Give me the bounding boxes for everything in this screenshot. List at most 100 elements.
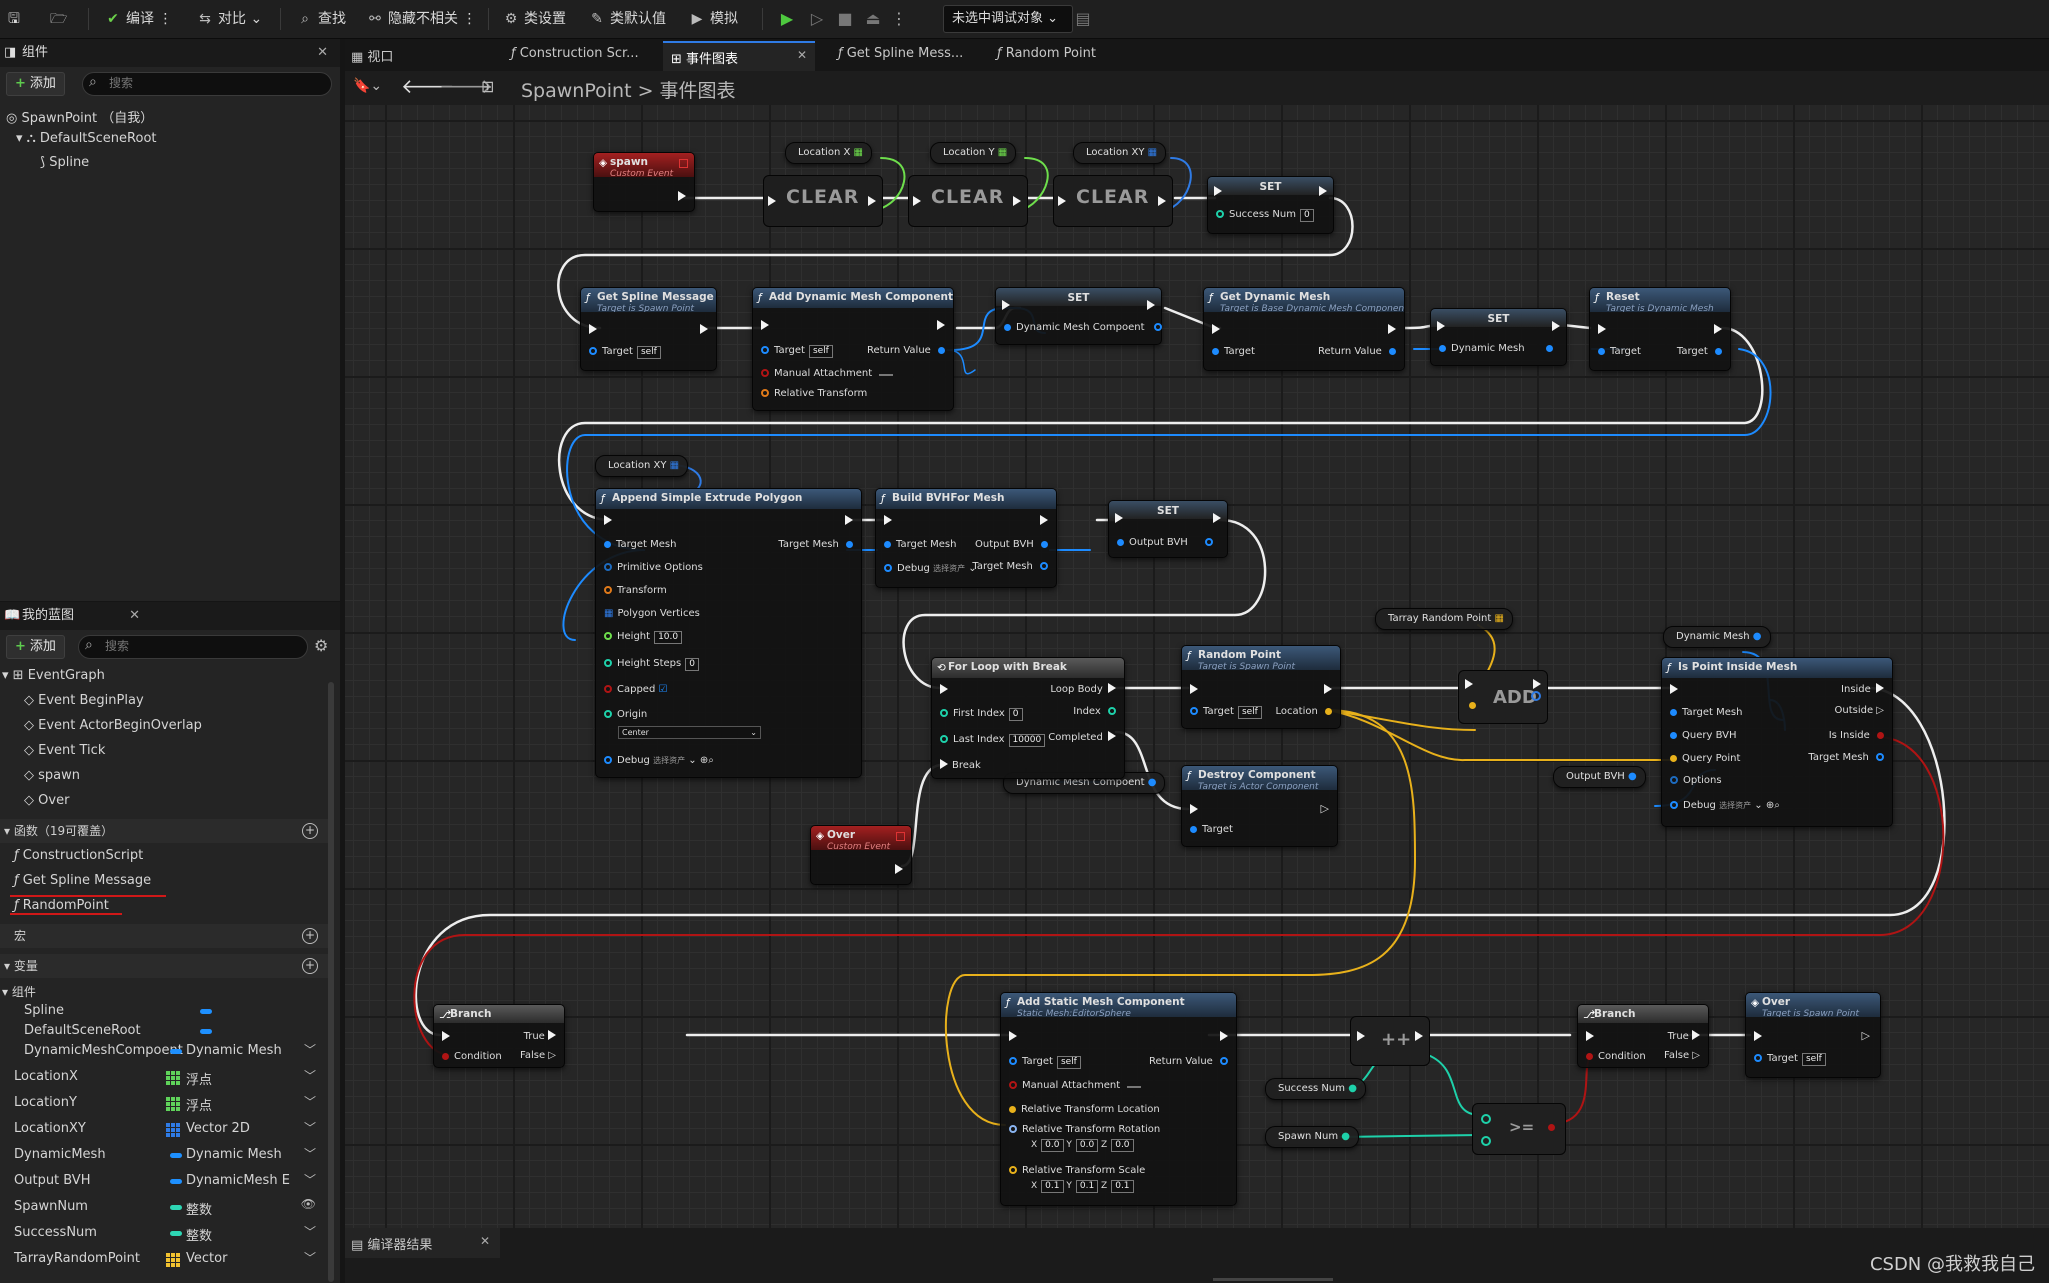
set-success-num-node[interactable]: SET Success Num 0 <box>1207 176 1334 234</box>
relative-rotation-pin[interactable]: Relative Transform Rotation <box>1009 1124 1160 1135</box>
event-item[interactable]: ◇ Event Tick <box>24 743 105 758</box>
target-out-pin[interactable]: Target <box>1677 346 1722 357</box>
variable-item[interactable]: LocationXY Vector 2D ﹀ <box>0 1117 330 1141</box>
save-icon[interactable]: 🖫 <box>8 6 20 32</box>
options-pin[interactable]: Options <box>1670 775 1722 786</box>
target-mesh-pin[interactable]: Target Mesh <box>1670 707 1742 718</box>
variables-section-header[interactable]: ▾ 变量 + <box>0 954 330 978</box>
get-tarray-random-point[interactable]: Tarray Random Point ▦ <box>1375 608 1513 630</box>
is-point-inside-mesh-node[interactable]: ƒ Is Point Inside Mesh Inside Target Mesh… <box>1661 657 1893 827</box>
target-pin[interactable]: Target self <box>1190 706 1262 719</box>
gear-icon[interactable]: ⚙ <box>314 636 328 655</box>
exec-pin[interactable] <box>1465 679 1473 689</box>
exec-pin[interactable] <box>1754 1031 1762 1041</box>
debug-target-select[interactable]: 未选中调试对象 ⌄ <box>943 5 1073 33</box>
exec-pin[interactable] <box>937 320 945 330</box>
macros-section-header[interactable]: 宏 + <box>0 924 330 948</box>
exec-pin[interactable] <box>1158 196 1166 206</box>
exec-out-pin[interactable]: ▷ <box>1321 802 1329 815</box>
event-item[interactable]: ◇ Event BeginPlay <box>24 693 144 708</box>
target-mesh-out-pin[interactable]: Target Mesh <box>778 539 853 550</box>
get-location-xy[interactable]: Location XY ▦ <box>595 455 689 477</box>
manual-attachment-pin[interactable]: Manual Attachment <box>1009 1080 1142 1091</box>
diff-button[interactable]: ⇆ 对比 ⌄ <box>196 6 262 32</box>
loop-body-pin[interactable]: Loop Body <box>1050 682 1116 695</box>
exec-pin[interactable] <box>1058 196 1066 206</box>
custom-event-over[interactable]: ◈ Over Custom Event <box>810 825 912 885</box>
event-graph-canvas[interactable]: Location X ▦ Location Y ▦ Location XY ▦ … <box>345 80 2049 1228</box>
index-pin[interactable]: Index <box>1073 706 1116 717</box>
height-pin[interactable]: Height 10.0 <box>604 631 683 644</box>
get-location-xy[interactable]: Location XY ▦ <box>1073 142 1167 164</box>
debug-pin[interactable]: Debug 选择资产 ⌄ <box>884 563 977 574</box>
browse-icon[interactable]: 🗁 <box>50 6 67 32</box>
target-pin[interactable]: Target self <box>1754 1053 1826 1066</box>
exec-pin[interactable] <box>700 324 708 334</box>
clear-location-y-node[interactable]: CLEAR <box>908 175 1028 227</box>
over-call-node[interactable]: ◈ Over Target is Spawn Point ▷ Target self <box>1745 992 1881 1078</box>
add-function-icon[interactable]: + <box>302 823 318 839</box>
class-settings-button[interactable]: ⚙ 类设置 <box>502 6 566 32</box>
target-mesh-out-pin[interactable]: Target Mesh <box>1808 752 1884 763</box>
my-blueprint-tab[interactable]: 📖 我的蓝图 ✕ <box>0 602 340 630</box>
exec-pin[interactable] <box>768 196 776 206</box>
relative-transform-pin[interactable]: Relative Transform <box>761 388 867 399</box>
variable-item[interactable]: SuccessNum 整数 ﹀ <box>0 1221 330 1245</box>
bookmark-icon[interactable]: 🔖⌄ <box>353 78 382 94</box>
add-static-mesh-component-node[interactable]: ƒ Add Static Mesh Component Static Mesh:Ed… <box>1000 992 1237 1206</box>
clear-location-x-node[interactable]: CLEAR <box>763 175 883 227</box>
exec-pin[interactable] <box>1388 324 1396 334</box>
scrollbar[interactable] <box>328 682 334 1282</box>
exec-pin[interactable] <box>1147 300 1155 310</box>
debug-pin[interactable]: Debug 选择资产 ⌄ ⊕⌕ <box>1670 800 1780 811</box>
query-bvh-pin[interactable]: Query BVH <box>1670 730 1736 741</box>
target-pin[interactable]: Target self <box>589 346 661 359</box>
exec-pin[interactable] <box>1415 1031 1423 1041</box>
exec-pin[interactable] <box>1190 804 1198 814</box>
add-component-button[interactable]: + 添加 <box>6 72 65 96</box>
branch-node[interactable]: ⎇ Branch True Condition False ▷ <box>1577 1004 1709 1068</box>
exec-pin[interactable] <box>1357 1031 1365 1041</box>
chevron-down-icon[interactable]: ﹀ <box>304 1041 316 1058</box>
target-pin[interactable]: Target <box>1212 346 1255 357</box>
variable-item[interactable]: DynamicMeshCompoent Dynamic Mesh ﹀ <box>0 1039 330 1063</box>
output-bvh-pin[interactable]: Output BVH <box>975 539 1048 550</box>
origin-select[interactable]: Center ⌄ <box>618 726 761 739</box>
variable-item[interactable]: LocationX 浮点 ﹀ <box>0 1065 330 1089</box>
exec-pin[interactable] <box>868 196 876 206</box>
return-value-pin[interactable]: Return Value <box>867 345 945 356</box>
exec-pin[interactable] <box>1009 1031 1017 1041</box>
component-defaultsceneroot[interactable]: ▾ ⛬ DefaultSceneRoot <box>16 131 157 146</box>
variable-item[interactable]: DynamicMesh Dynamic Mesh ﹀ <box>0 1143 330 1167</box>
tab-random-point[interactable]: ƒ Random Point <box>997 46 1096 61</box>
chevron-down-icon[interactable]: ﹀ <box>304 1145 316 1162</box>
exec-pin[interactable] <box>913 196 921 206</box>
eject-icon[interactable]: ⏏ <box>862 8 884 30</box>
target-pin[interactable]: Target self <box>1009 1056 1081 1069</box>
exec-pin[interactable] <box>940 684 948 694</box>
exec-out-pin[interactable]: ▷ <box>1862 1029 1870 1042</box>
tab-viewport[interactable]: ▦ 视口 <box>351 46 393 65</box>
relative-scale-pin[interactable]: Relative Transform Scale <box>1009 1165 1145 1176</box>
exec-pin[interactable] <box>884 515 892 525</box>
compiler-results-tab[interactable]: ▤ 编译器结果 ✕ <box>345 1228 500 1258</box>
add-variable-icon[interactable]: + <box>302 958 318 974</box>
tab-event-graph[interactable]: ⊞ 事件图表 ✕ <box>663 41 815 73</box>
reset-node[interactable]: ƒ Reset Target is Dynamic Mesh Target Targ… <box>1589 287 1731 371</box>
variable-item[interactable]: TarrayRandomPoint Vector ﹀ <box>0 1247 330 1271</box>
exec-pin[interactable] <box>845 515 853 525</box>
input-b-pin[interactable] <box>1481 1136 1491 1146</box>
exec-pin[interactable] <box>604 515 612 525</box>
capped-pin[interactable]: Capped ☑ <box>604 684 667 695</box>
set-output-bvh-node[interactable]: SET Output BVH <box>1108 500 1228 558</box>
class-defaults-button[interactable]: ✎ 类默认值 <box>588 6 666 32</box>
get-dynamic-mesh-node[interactable]: ƒ Get Dynamic Mesh Target is Base Dynamic … <box>1203 287 1405 371</box>
function-item[interactable]: ƒ Get Spline Message <box>14 873 151 888</box>
exec-pin[interactable] <box>1670 684 1678 694</box>
for-loop-with-break-node[interactable]: ⟲ For Loop with Break Loop Body First Ind… <box>931 657 1125 779</box>
completed-pin[interactable]: Completed <box>1048 730 1116 743</box>
true-pin[interactable]: True <box>1668 1029 1700 1042</box>
event-item[interactable]: ◇ Event ActorBeginOverlap <box>24 718 202 733</box>
close-icon[interactable]: ✕ <box>797 48 807 62</box>
components-search-input[interactable] <box>107 75 310 91</box>
